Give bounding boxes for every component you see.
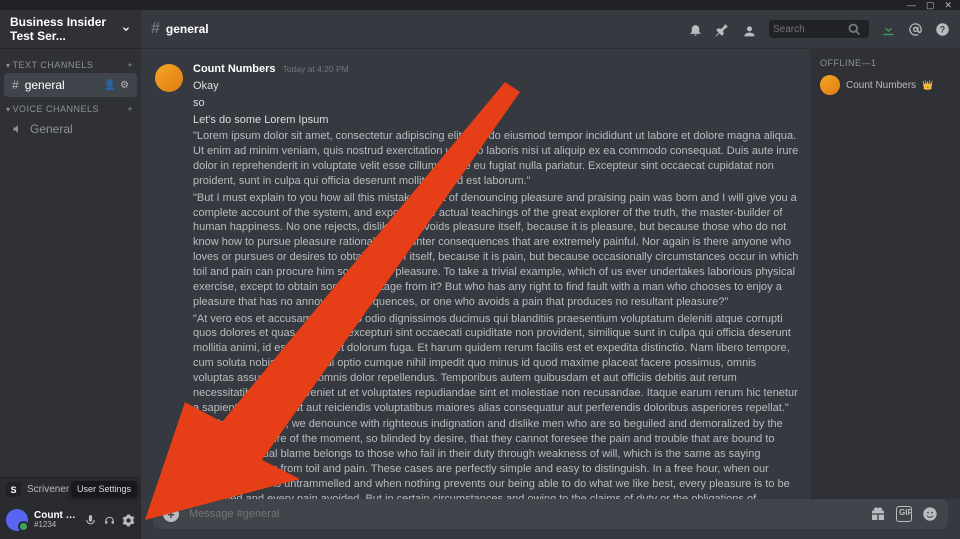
message-paragraph: "Lorem ipsum dolor sit amet, consectetur…: [193, 129, 800, 188]
search-input[interactable]: [773, 24, 843, 35]
message-paragraph: "At vero eos et accusamus et iusto odio …: [193, 312, 800, 416]
voice-channel-general[interactable]: General: [4, 117, 137, 141]
mentions-icon[interactable]: [908, 22, 923, 37]
member-avatar: [820, 75, 840, 95]
owner-crown-icon: 👑: [922, 80, 933, 91]
game-icon: S: [6, 482, 21, 497]
emoji-icon[interactable]: [922, 506, 938, 522]
message-line: Let's do some Lorem Ipsum: [193, 113, 800, 128]
member-item[interactable]: Count Numbers 👑: [816, 72, 954, 98]
mute-icon[interactable]: [84, 514, 97, 527]
search-icon: [847, 22, 862, 37]
server-header[interactable]: Business Insider Test Ser...: [0, 10, 141, 48]
self-discriminator: #1234: [34, 521, 78, 529]
server-name: Business Insider Test Ser...: [10, 15, 121, 43]
channel-sidebar: Business Insider Test Ser... ▾TEXT CHANN…: [0, 10, 141, 539]
message-list[interactable]: Count Numbers Today at 4:20 PM Okay so L…: [141, 48, 810, 499]
member-name: Count Numbers: [846, 80, 916, 91]
gift-icon[interactable]: [870, 506, 886, 522]
category-voice-channels[interactable]: ▾VOICE CHANNELS +: [0, 98, 141, 116]
search-box[interactable]: [769, 20, 869, 38]
member-group-header: OFFLINE—1: [816, 58, 954, 72]
deafen-icon[interactable]: [103, 514, 116, 527]
self-avatar[interactable]: [6, 509, 28, 531]
download-icon[interactable]: [881, 22, 896, 37]
pin-icon[interactable]: [715, 22, 730, 37]
message-line: Okay: [193, 79, 800, 94]
channel-settings-icon[interactable]: ⚙: [120, 80, 129, 91]
message-avatar[interactable]: [155, 64, 183, 92]
user-panel: User Settings Count Num... #1234: [0, 501, 141, 539]
channel-header: # general ?: [141, 10, 960, 48]
window-close-icon[interactable]: ✕: [944, 0, 952, 11]
category-text-channels[interactable]: ▾TEXT CHANNELS +: [0, 54, 141, 72]
member-list: OFFLINE—1 Count Numbers 👑: [810, 48, 960, 499]
members-icon[interactable]: [742, 22, 757, 37]
game-name: Scrivener: [27, 484, 69, 495]
invite-icon[interactable]: 👤: [104, 80, 116, 91]
window-titlebar: — ▢ ✕: [0, 0, 960, 10]
channel-name: general: [166, 22, 209, 36]
message-timestamp: Today at 4:20 PM: [283, 64, 349, 74]
window-maximize-icon[interactable]: ▢: [926, 0, 935, 11]
attach-button[interactable]: +: [163, 506, 179, 522]
hash-icon: #: [151, 20, 160, 38]
speaker-icon: [12, 123, 24, 135]
add-channel-icon[interactable]: +: [127, 60, 133, 70]
bell-icon[interactable]: [688, 22, 703, 37]
message-paragraph: "But I must explain to you how all this …: [193, 191, 800, 310]
message-input[interactable]: [189, 508, 860, 520]
text-channel-general[interactable]: # general 👤 ⚙: [4, 73, 137, 97]
window-minimize-icon[interactable]: —: [907, 0, 916, 10]
message-composer: + GIF: [141, 499, 960, 539]
chevron-down-icon: [121, 24, 131, 34]
message-paragraph: "On the other hand, we denounce with rig…: [193, 417, 800, 499]
add-voice-channel-icon[interactable]: +: [127, 104, 133, 114]
user-settings-icon[interactable]: [122, 514, 135, 527]
message: Count Numbers Today at 4:20 PM Okay so L…: [155, 62, 800, 499]
user-settings-tooltip: User Settings: [71, 481, 137, 497]
svg-text:?: ?: [940, 24, 945, 34]
hash-icon: #: [12, 78, 19, 92]
main-content: # general ?: [141, 10, 960, 539]
help-icon[interactable]: ?: [935, 22, 950, 37]
message-author[interactable]: Count Numbers: [193, 63, 276, 75]
gif-button[interactable]: GIF: [896, 506, 912, 522]
message-line: so: [193, 96, 800, 111]
